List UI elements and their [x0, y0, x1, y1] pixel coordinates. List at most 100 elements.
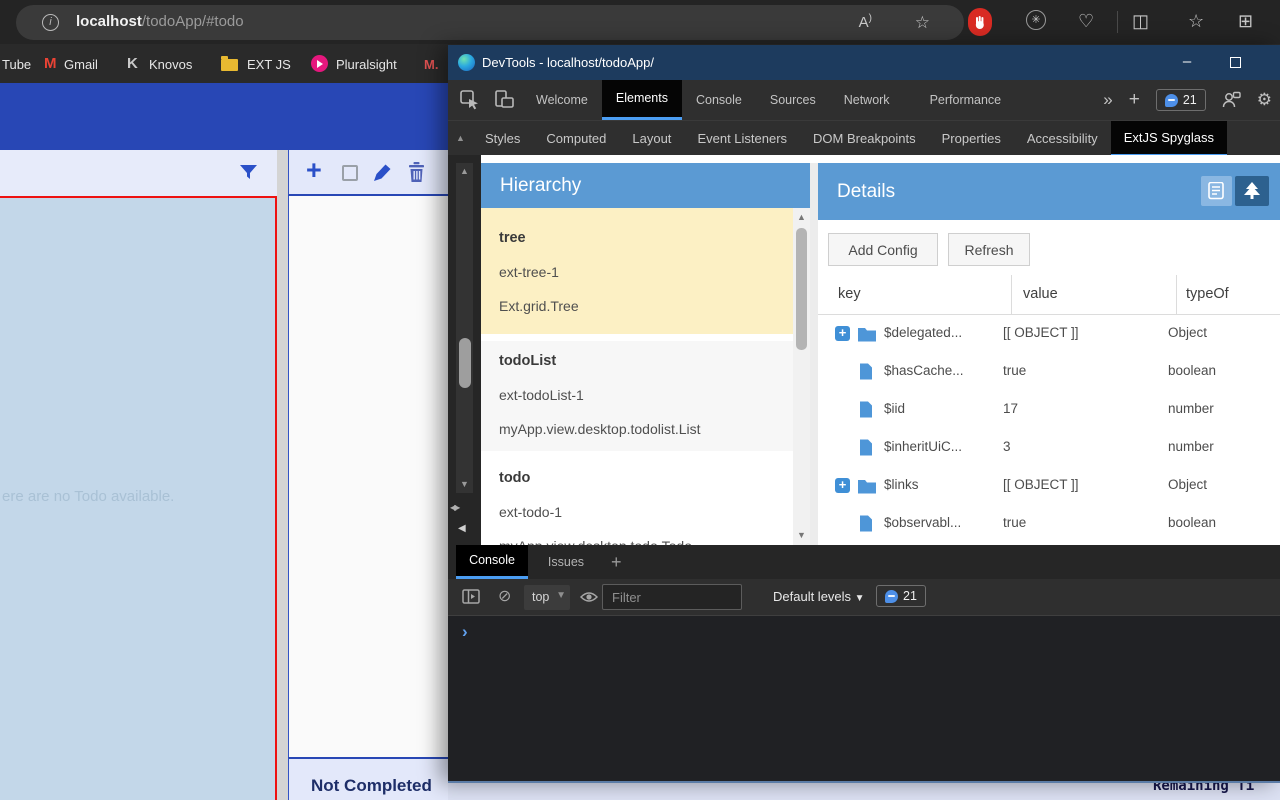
log-levels-selector[interactable]: Default levels ▼	[773, 589, 865, 604]
table-row[interactable]: $iid 17 number	[818, 391, 1280, 429]
inspect-element-icon[interactable]	[460, 90, 480, 110]
spyglass-splitter[interactable]	[810, 163, 818, 545]
url-text[interactable]: localhost/todoApp/#todo	[76, 13, 244, 30]
hierarchy-item-todolist[interactable]: todoList ext-todoList-1 myApp.view.deskt…	[481, 341, 793, 451]
bookmark-pluralsight[interactable]: Pluralsight	[336, 57, 397, 72]
column-typeof[interactable]: typeOf	[1168, 286, 1229, 302]
favorites-bar-icon[interactable]: ☆	[1188, 10, 1204, 32]
address-bar[interactable]: i localhost/todoApp/#todo A) ☆	[16, 5, 964, 40]
subtab-event-listeners[interactable]: Event Listeners	[684, 121, 800, 156]
feedback-icon[interactable]	[1222, 91, 1241, 109]
collections-icon[interactable]: ⊞	[1238, 10, 1253, 32]
table-row[interactable]: $observabl... true boolean	[818, 505, 1280, 543]
bookmark-extjs[interactable]: EXT JS	[247, 57, 291, 72]
refresh-button[interactable]: Refresh	[948, 233, 1030, 266]
bookmark-youtube[interactable]: Tube	[2, 57, 31, 72]
table-row[interactable]: + $delegated... [[ OBJECT ]] Object	[818, 315, 1280, 353]
settings-gear-icon[interactable]: ⚙	[1257, 90, 1272, 110]
folder-icon	[857, 326, 877, 342]
tab-performance[interactable]: Performance	[916, 80, 1016, 120]
remaining-time-label: Remaining Ti	[1153, 783, 1254, 794]
extension-icon[interactable]: ✳	[1026, 10, 1046, 30]
dom-tree-scrollbar[interactable]: ▲ ▼	[456, 163, 473, 493]
details-toolbar: Add Config Refresh	[818, 220, 1280, 275]
table-row[interactable]: $inheritUiC... 3 number	[818, 429, 1280, 467]
todo-tree-panel[interactable]: ere are no Todo available.	[0, 196, 277, 800]
row-type: Object	[1168, 477, 1207, 492]
console-output[interactable]: ›	[448, 616, 1280, 781]
tab-sources[interactable]: Sources	[756, 80, 830, 120]
hierarchy-item-tree[interactable]: tree ext-tree-1 Ext.grid.Tree	[481, 208, 793, 334]
edit-pencil-button[interactable]	[373, 163, 393, 182]
panel-splitter[interactable]	[277, 150, 288, 800]
console-prompt-icon: ›	[462, 622, 468, 642]
hierarchy-item-todo[interactable]: todo ext-todo-1 myApp.view.desktop.todo.…	[481, 458, 793, 545]
add-todo-button[interactable]: +	[306, 155, 322, 186]
scroll-up-icon[interactable]: ▲	[456, 166, 473, 176]
tab-elements[interactable]: Elements	[602, 80, 682, 120]
scrollbar-thumb[interactable]	[796, 228, 807, 350]
tab-welcome[interactable]: Welcome	[522, 80, 602, 120]
add-tab-icon[interactable]: +	[1129, 89, 1140, 111]
subtab-styles[interactable]: Styles	[472, 121, 533, 156]
drawer-tab-console[interactable]: Console	[456, 545, 528, 579]
console-sidebar-icon[interactable]	[462, 589, 480, 605]
eye-icon[interactable]	[580, 590, 598, 604]
more-tabs-icon[interactable]: »	[1103, 90, 1112, 110]
read-aloud-icon[interactable]: A)	[859, 13, 872, 31]
add-drawer-tab-icon[interactable]: +	[611, 552, 622, 573]
bookmark-knovos[interactable]: Knovos	[149, 57, 192, 72]
scroll-down-icon[interactable]: ▼	[456, 479, 473, 489]
add-config-button[interactable]: Add Config	[828, 233, 938, 266]
maximize-button[interactable]	[1230, 57, 1241, 68]
expand-icon[interactable]: +	[835, 478, 850, 493]
scroll-down-icon[interactable]: ▼	[793, 530, 810, 540]
todo-list-panel[interactable]	[288, 196, 448, 757]
select-square-button[interactable]	[342, 165, 358, 181]
subtab-scroll-up-icon[interactable]: ▲	[456, 133, 465, 143]
messages-badge[interactable]: 21	[1156, 89, 1206, 111]
devtools-window: DevTools - localhost/todoApp/ – Welcome …	[448, 45, 1280, 783]
site-info-icon[interactable]: i	[42, 14, 59, 31]
hierarchy-scrollbar[interactable]: ▲ ▼	[793, 208, 810, 545]
context-selector[interactable]: top ▼	[524, 585, 570, 610]
delete-trash-button[interactable]	[408, 162, 425, 182]
tab-network[interactable]: Network	[830, 80, 904, 120]
row-type: boolean	[1168, 363, 1216, 378]
subtab-extjs-spyglass[interactable]: ExtJS Spyglass	[1111, 121, 1227, 156]
column-value[interactable]: value	[1003, 286, 1058, 302]
row-type: Object	[1168, 325, 1207, 340]
scroll-up-icon[interactable]: ▲	[793, 212, 810, 222]
table-row[interactable]: $hasCache... true boolean	[818, 353, 1280, 391]
console-messages-badge[interactable]: 21	[876, 585, 926, 607]
subtab-dom-breakpoints[interactable]: DOM Breakpoints	[800, 121, 929, 156]
collapse-left-icon[interactable]: ◀	[458, 523, 466, 534]
clear-console-icon[interactable]: ⊘	[498, 586, 511, 606]
bookmark-gmail[interactable]: Gmail	[64, 57, 98, 72]
subtab-computed[interactable]: Computed	[533, 121, 619, 156]
filter-funnel-icon[interactable]	[240, 165, 257, 180]
scrollbar-thumb[interactable]	[459, 338, 471, 388]
device-toolbar-icon[interactable]	[494, 90, 514, 110]
not-completed-section[interactable]: Not Completed	[288, 757, 448, 800]
favorite-star-icon[interactable]: ☆	[915, 13, 930, 33]
subtab-layout[interactable]: Layout	[619, 121, 684, 156]
split-screen-icon[interactable]: ◫	[1132, 10, 1149, 32]
browser-essentials-icon[interactable]: ♡	[1078, 10, 1094, 32]
drawer-tab-issues[interactable]: Issues	[536, 545, 596, 579]
adblock-extension-icon[interactable]	[968, 8, 992, 36]
minimize-button[interactable]: –	[1172, 53, 1202, 70]
devtools-titlebar[interactable]: DevTools - localhost/todoApp/ –	[448, 45, 1280, 80]
column-key[interactable]: key	[838, 286, 861, 302]
table-row[interactable]: + $links [[ OBJECT ]] Object	[818, 467, 1280, 505]
bookmark-m[interactable]: M.	[424, 57, 438, 72]
console-filter-input[interactable]	[602, 584, 742, 610]
subtab-accessibility[interactable]: Accessibility	[1014, 121, 1111, 156]
subtab-properties[interactable]: Properties	[929, 121, 1014, 156]
resize-handle-icon[interactable]: ◀▶	[450, 503, 458, 512]
tree-view-button[interactable]	[1235, 176, 1269, 206]
list-view-button[interactable]	[1201, 176, 1232, 206]
console-drawer-tabs: Console Issues +	[448, 545, 1280, 579]
tab-console[interactable]: Console	[682, 80, 756, 120]
expand-icon[interactable]: +	[835, 326, 850, 341]
